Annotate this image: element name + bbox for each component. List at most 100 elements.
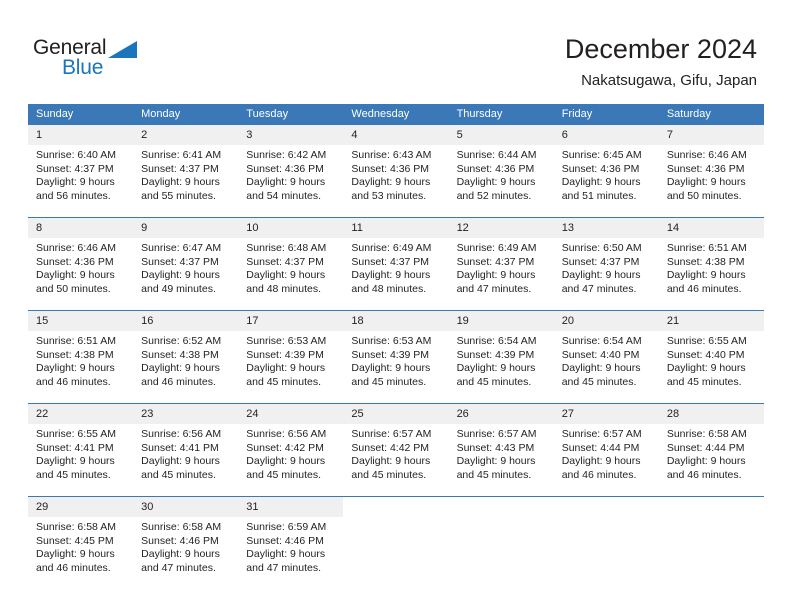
day-cell[interactable]: 24 Sunrise: 6:56 AM Sunset: 4:42 PM Dayl… — [238, 404, 344, 488]
daylight-text-line1: Daylight: 9 hours — [36, 269, 115, 281]
sunset-text: Sunset: 4:37 PM — [246, 255, 324, 268]
daylight-text-line2: and 52 minutes. — [456, 189, 532, 202]
day-number: 14 — [658, 218, 764, 238]
day-cell[interactable]: 9 Sunrise: 6:47 AM Sunset: 4:37 PM Dayli… — [133, 218, 239, 302]
daylight-text-line1: Daylight: 9 hours — [36, 176, 115, 188]
day-cell[interactable]: 10 Sunrise: 6:48 AM Sunset: 4:37 PM Dayl… — [238, 218, 344, 302]
title-block: December 2024 Nakatsugawa, Gifu, Japan — [565, 32, 757, 90]
daylight-text-line2: and 54 minutes. — [246, 189, 321, 202]
day-cell[interactable]: 28 Sunrise: 6:58 AM Sunset: 4:44 PM Dayl… — [658, 404, 764, 488]
week-row: 1 Sunrise: 6:40 AM Sunset: 4:37 PM Dayli… — [28, 125, 764, 209]
sunset-text: Sunset: 4:36 PM — [456, 162, 535, 175]
generalblue-logo[interactable]: General Blue — [33, 36, 183, 84]
daylight-text-line1: Daylight: 9 hours — [351, 455, 431, 467]
sunrise-text: Sunrise: 6:57 AM — [351, 428, 432, 440]
sunset-text: Sunset: 4:46 PM — [246, 534, 324, 547]
day-cell[interactable]: 23 Sunrise: 6:56 AM Sunset: 4:41 PM Dayl… — [133, 404, 239, 488]
sunset-text: Sunset: 4:37 PM — [561, 255, 640, 268]
daylight-text-line2: and 46 minutes. — [141, 375, 216, 388]
weekday-header-tuesday: Tuesday — [246, 108, 289, 120]
day-cell[interactable]: 13 Sunrise: 6:50 AM Sunset: 4:37 PM Dayl… — [553, 218, 659, 302]
sunrise-text: Sunrise: 6:42 AM — [246, 149, 327, 161]
day-details: Sunrise: 6:57 AM Sunset: 4:43 PM Dayligh… — [449, 424, 554, 488]
daylight-text-line2: and 47 minutes. — [141, 561, 216, 574]
day-cell[interactable]: 22 Sunrise: 6:55 AM Sunset: 4:41 PM Dayl… — [28, 404, 134, 488]
day-details: Sunrise: 6:58 AM Sunset: 4:44 PM Dayligh… — [659, 424, 764, 488]
day-number: 1 — [28, 125, 134, 145]
day-cell[interactable]: 1 Sunrise: 6:40 AM Sunset: 4:37 PM Dayli… — [28, 125, 134, 209]
sunrise-text: Sunrise: 6:50 AM — [561, 242, 642, 254]
day-cell[interactable]: 17 Sunrise: 6:53 AM Sunset: 4:39 PM Dayl… — [238, 311, 344, 395]
day-cell[interactable]: 21 Sunrise: 6:55 AM Sunset: 4:40 PM Dayl… — [658, 311, 764, 395]
sunrise-text: Sunrise: 6:59 AM — [246, 521, 327, 533]
day-details: Sunrise: 6:49 AM Sunset: 4:37 PM Dayligh… — [343, 238, 448, 302]
sunrise-text: Sunrise: 6:46 AM — [36, 242, 116, 254]
day-cell[interactable]: 15 Sunrise: 6:51 AM Sunset: 4:38 PM Dayl… — [28, 311, 134, 395]
day-cell-empty — [343, 497, 449, 581]
sunset-text: Sunset: 4:40 PM — [666, 348, 745, 361]
day-details: Sunrise: 6:57 AM Sunset: 4:44 PM Dayligh… — [554, 424, 659, 488]
day-number: 21 — [658, 311, 764, 331]
day-cell[interactable]: 7 Sunrise: 6:46 AM Sunset: 4:36 PM Dayli… — [658, 125, 764, 209]
daylight-text-line1: Daylight: 9 hours — [666, 455, 746, 467]
day-cell[interactable]: 3 Sunrise: 6:42 AM Sunset: 4:36 PM Dayli… — [238, 125, 344, 209]
sunrise-text: Sunrise: 6:43 AM — [351, 149, 432, 161]
daylight-text-line2: and 46 minutes. — [666, 468, 742, 481]
day-cell[interactable]: 19 Sunrise: 6:54 AM Sunset: 4:39 PM Dayl… — [448, 311, 554, 395]
daylight-text-line1: Daylight: 9 hours — [351, 362, 431, 374]
day-number: 8 — [28, 218, 134, 238]
day-cell[interactable]: 16 Sunrise: 6:52 AM Sunset: 4:38 PM Dayl… — [133, 311, 239, 395]
day-cell[interactable]: 30 Sunrise: 6:58 AM Sunset: 4:46 PM Dayl… — [133, 497, 239, 581]
day-number: 2 — [133, 125, 239, 145]
daylight-text-line2: and 50 minutes. — [36, 282, 111, 295]
day-number: 19 — [448, 311, 554, 331]
sunset-text: Sunset: 4:42 PM — [351, 441, 430, 454]
day-cell[interactable]: 2 Sunrise: 6:41 AM Sunset: 4:37 PM Dayli… — [133, 125, 239, 209]
day-cell[interactable]: 11 Sunrise: 6:49 AM Sunset: 4:37 PM Dayl… — [343, 218, 449, 302]
day-number: 22 — [28, 404, 134, 424]
day-cell[interactable]: 26 Sunrise: 6:57 AM Sunset: 4:43 PM Dayl… — [448, 404, 554, 488]
day-cell[interactable]: 4 Sunrise: 6:43 AM Sunset: 4:36 PM Dayli… — [343, 125, 449, 209]
sunrise-text: Sunrise: 6:53 AM — [351, 335, 432, 347]
day-cell[interactable]: 25 Sunrise: 6:57 AM Sunset: 4:42 PM Dayl… — [343, 404, 449, 488]
sunrise-text: Sunrise: 6:41 AM — [141, 149, 222, 161]
week-row: 22 Sunrise: 6:55 AM Sunset: 4:41 PM Dayl… — [28, 403, 764, 488]
day-number: 28 — [658, 404, 764, 424]
day-cell[interactable]: 27 Sunrise: 6:57 AM Sunset: 4:44 PM Dayl… — [553, 404, 659, 488]
sunset-text: Sunset: 4:38 PM — [666, 255, 745, 268]
day-cell[interactable]: 20 Sunrise: 6:54 AM Sunset: 4:40 PM Dayl… — [553, 311, 659, 395]
day-cell[interactable]: 14 Sunrise: 6:51 AM Sunset: 4:38 PM Dayl… — [658, 218, 764, 302]
daylight-text-line1: Daylight: 9 hours — [36, 455, 115, 467]
daylight-text-line2: and 47 minutes. — [561, 282, 637, 295]
day-details: Sunrise: 6:57 AM Sunset: 4:42 PM Dayligh… — [343, 424, 448, 488]
daylight-text-line1: Daylight: 9 hours — [456, 176, 536, 188]
sunrise-text: Sunrise: 6:49 AM — [456, 242, 537, 254]
day-cell[interactable]: 31 Sunrise: 6:59 AM Sunset: 4:46 PM Dayl… — [238, 497, 344, 581]
daylight-text-line2: and 53 minutes. — [351, 189, 427, 202]
sunset-text: Sunset: 4:42 PM — [246, 441, 324, 454]
daylight-text-line2: and 46 minutes. — [666, 282, 742, 295]
sunset-text: Sunset: 4:36 PM — [666, 162, 745, 175]
sunset-text: Sunset: 4:40 PM — [561, 348, 640, 361]
sunset-text: Sunset: 4:44 PM — [561, 441, 640, 454]
day-details: Sunrise: 6:50 AM Sunset: 4:37 PM Dayligh… — [554, 238, 659, 302]
daylight-text-line2: and 45 minutes. — [246, 468, 321, 481]
sunrise-text: Sunrise: 6:51 AM — [36, 335, 116, 347]
day-cell[interactable]: 8 Sunrise: 6:46 AM Sunset: 4:36 PM Dayli… — [28, 218, 134, 302]
day-cell[interactable]: 5 Sunrise: 6:44 AM Sunset: 4:36 PM Dayli… — [448, 125, 554, 209]
sunrise-text: Sunrise: 6:45 AM — [561, 149, 642, 161]
day-cell[interactable]: 12 Sunrise: 6:49 AM Sunset: 4:37 PM Dayl… — [448, 218, 554, 302]
day-cell[interactable]: 18 Sunrise: 6:53 AM Sunset: 4:39 PM Dayl… — [343, 311, 449, 395]
sunrise-text: Sunrise: 6:57 AM — [456, 428, 537, 440]
daylight-text-line1: Daylight: 9 hours — [141, 269, 220, 281]
day-cell[interactable]: 29 Sunrise: 6:58 AM Sunset: 4:45 PM Dayl… — [28, 497, 134, 581]
sunrise-text: Sunrise: 6:48 AM — [246, 242, 327, 254]
day-details: Sunrise: 6:43 AM Sunset: 4:36 PM Dayligh… — [343, 145, 448, 209]
day-details: Sunrise: 6:56 AM Sunset: 4:42 PM Dayligh… — [238, 424, 343, 488]
day-number — [658, 497, 764, 517]
weekday-header-sunday: Sunday — [36, 108, 74, 120]
day-details: Sunrise: 6:58 AM Sunset: 4:45 PM Dayligh… — [28, 517, 133, 581]
day-cell[interactable]: 6 Sunrise: 6:45 AM Sunset: 4:36 PM Dayli… — [553, 125, 659, 209]
daylight-text-line2: and 45 minutes. — [351, 468, 427, 481]
day-number — [343, 497, 449, 517]
